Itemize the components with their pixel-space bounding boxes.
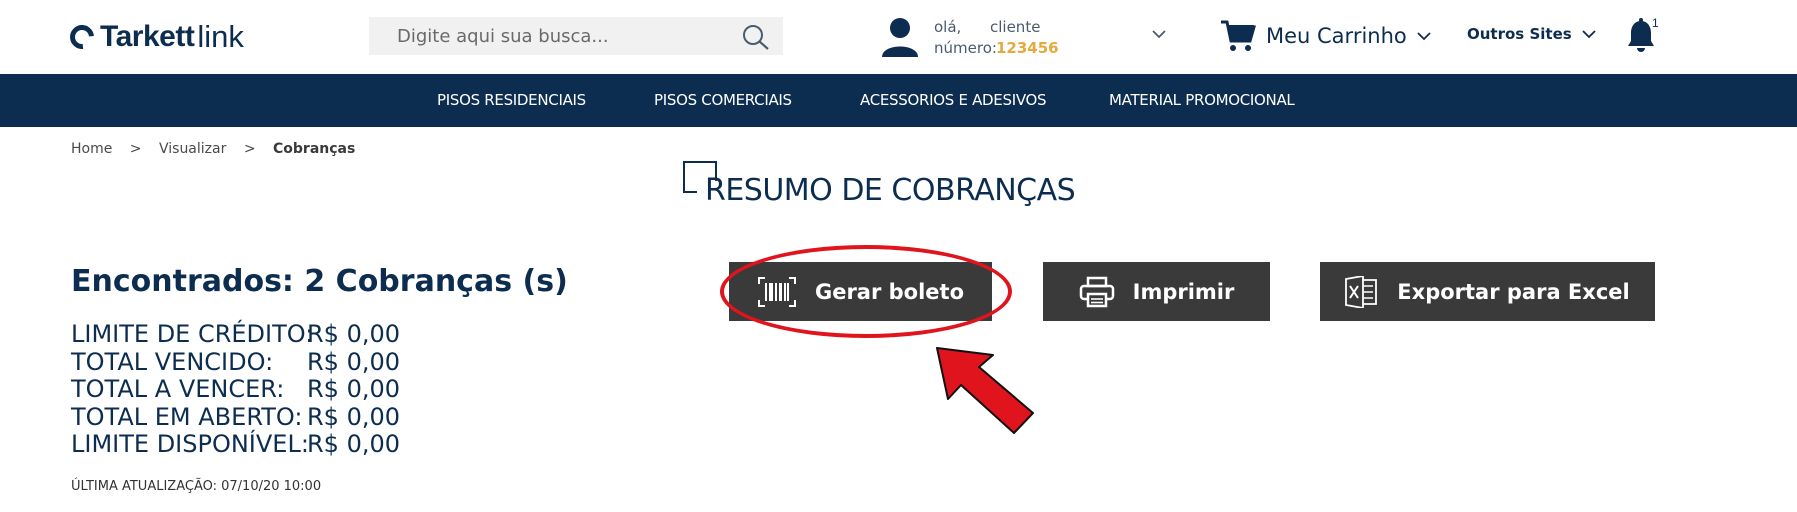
summary-label: TOTAL EM ABERTO:	[71, 402, 303, 431]
search-bar	[369, 17, 783, 55]
chevron-down-icon	[1417, 32, 1431, 41]
export-excel-label: Exportar para Excel	[1397, 279, 1630, 304]
summary-value: R$ 0,00	[307, 430, 401, 458]
chevron-down-icon	[1582, 30, 1596, 39]
breadcrumb-visualizar[interactable]: Visualizar	[159, 141, 226, 157]
logo-mark-icon	[65, 20, 99, 54]
summary-label: TOTAL VENCIDO:	[71, 347, 274, 376]
user-menu[interactable]: olá, cliente número: 123456	[876, 15, 1176, 59]
user-greeting: olá,	[934, 18, 962, 36]
user-number-label: número:	[934, 39, 997, 57]
tarkett-logo[interactable]: Tarkett link	[65, 17, 244, 57]
excel-icon	[1345, 275, 1378, 308]
barcode-icon	[757, 276, 796, 307]
generate-boleto-button[interactable]: Gerar boleto	[729, 262, 992, 321]
notification-count: 1	[1652, 16, 1659, 30]
nav-item-acessorios-adesivos[interactable]: ACESSORIOS E ADESIVOS	[860, 74, 1047, 127]
summary-value: R$ 0,00	[307, 320, 401, 348]
billing-summary: LIMITE DE CRÉDITO: R$ 0,00 TOTAL VENCIDO…	[71, 320, 400, 458]
breadcrumb: Home > Visualizar > Cobranças	[71, 141, 355, 157]
breadcrumb-home[interactable]: Home	[71, 141, 112, 157]
main-nav: PISOS RESIDENCIAIS PISOS COMERCIAIS ACES…	[0, 74, 1797, 127]
nav-item-pisos-residenciais[interactable]: PISOS RESIDENCIAIS	[437, 74, 586, 127]
user-name: cliente	[990, 18, 1041, 36]
other-sites-menu[interactable]: Outros Sites	[1467, 25, 1596, 43]
summary-row: LIMITE DE CRÉDITO: R$ 0,00	[71, 320, 400, 348]
breadcrumb-current: Cobranças	[273, 141, 356, 157]
print-button[interactable]: Imprimir	[1043, 262, 1270, 321]
summary-row: TOTAL A VENCER: R$ 0,00	[71, 375, 400, 403]
summary-label: TOTAL A VENCER:	[71, 375, 285, 403]
summary-row: LIMITE DISPONÍVEL: R$ 0,00	[71, 430, 400, 458]
logo-suffix: link	[197, 19, 244, 54]
pointer-arrow-icon	[936, 347, 1034, 434]
breadcrumb-separator: >	[243, 141, 256, 157]
site-header: Tarkett link olá, cliente número: 123456…	[0, 0, 1797, 74]
summary-label: LIMITE DE CRÉDITO:	[71, 320, 314, 348]
page-title: RESUMO DE COBRANÇAS	[705, 173, 1076, 208]
cart-button[interactable]: Meu Carrinho	[1220, 16, 1431, 56]
summary-value: R$ 0,00	[307, 375, 401, 403]
export-excel-button[interactable]: Exportar para Excel	[1320, 262, 1655, 321]
print-label: Imprimir	[1132, 279, 1235, 304]
cart-label: Meu Carrinho	[1266, 24, 1407, 48]
results-count: Encontrados: 2 Cobranças (s)	[71, 264, 568, 299]
user-avatar-icon	[882, 18, 918, 57]
logo-text: Tarkett	[100, 20, 195, 53]
search-input[interactable]	[369, 17, 709, 55]
summary-value: R$ 0,00	[307, 402, 401, 431]
chevron-down-icon[interactable]	[1152, 29, 1166, 39]
printer-icon	[1079, 276, 1114, 307]
breadcrumb-separator: >	[129, 141, 142, 157]
last-update-text: ÚLTIMA ATUALIZAÇÃO: 07/10/20 10:00	[71, 479, 322, 494]
search-icon[interactable]	[741, 23, 771, 51]
user-number: 123456	[996, 39, 1059, 57]
other-sites-label: Outros Sites	[1467, 25, 1572, 43]
summary-row: TOTAL VENCIDO: R$ 0,00	[71, 348, 400, 376]
summary-value: R$ 0,00	[307, 347, 401, 376]
nav-item-material-promocional[interactable]: MATERIAL PROMOCIONAL	[1109, 74, 1295, 127]
summary-row: TOTAL EM ABERTO: R$ 0,00	[71, 403, 400, 431]
summary-label: LIMITE DISPONÍVEL:	[71, 430, 309, 458]
generate-boleto-label: Gerar boleto	[814, 279, 965, 304]
nav-item-pisos-comerciais[interactable]: PISOS COMERCIAIS	[654, 74, 792, 127]
cart-icon	[1221, 20, 1256, 51]
